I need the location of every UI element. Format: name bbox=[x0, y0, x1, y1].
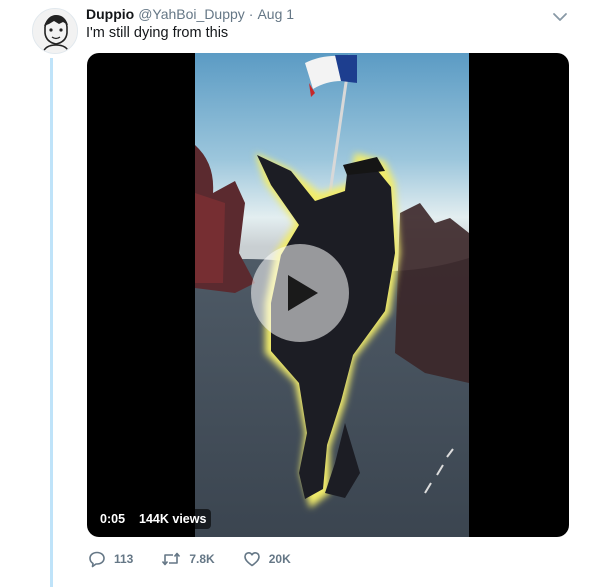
avatar[interactable] bbox=[32, 8, 78, 54]
like-button[interactable]: 20K bbox=[243, 550, 291, 568]
play-triangle bbox=[288, 275, 318, 311]
play-icon[interactable] bbox=[251, 244, 349, 342]
chevron-down-icon[interactable] bbox=[552, 10, 568, 22]
reply-button[interactable]: 113 bbox=[88, 550, 133, 568]
heart-icon bbox=[243, 550, 261, 568]
retweet-count: 7.8K bbox=[189, 552, 215, 566]
video-badges: 0:05 144K views bbox=[95, 509, 212, 529]
thread-line bbox=[50, 58, 53, 587]
speech-bubble-icon bbox=[88, 550, 106, 568]
reply-count: 113 bbox=[114, 552, 134, 566]
tweet-text: I'm still dying from this bbox=[86, 25, 229, 41]
view-count: 144K views bbox=[134, 509, 212, 529]
author-handle[interactable]: @YahBoi_Duppy bbox=[138, 6, 245, 22]
header-separator: · bbox=[248, 6, 254, 22]
video-duration: 0:05 bbox=[95, 509, 131, 529]
retweet-button[interactable]: 7.8K bbox=[161, 550, 215, 568]
video-player[interactable]: 0:05 144K views bbox=[87, 53, 569, 537]
author-name[interactable]: Duppio bbox=[86, 6, 134, 22]
retweet-arrows-icon bbox=[161, 550, 181, 568]
tweet-actions: 113 7.8K 20K bbox=[88, 549, 319, 569]
tweet-header: Duppio @YahBoi_Duppy · Aug 1 bbox=[86, 6, 294, 26]
tweet-date[interactable]: Aug 1 bbox=[257, 6, 294, 22]
like-count: 20K bbox=[268, 552, 291, 566]
